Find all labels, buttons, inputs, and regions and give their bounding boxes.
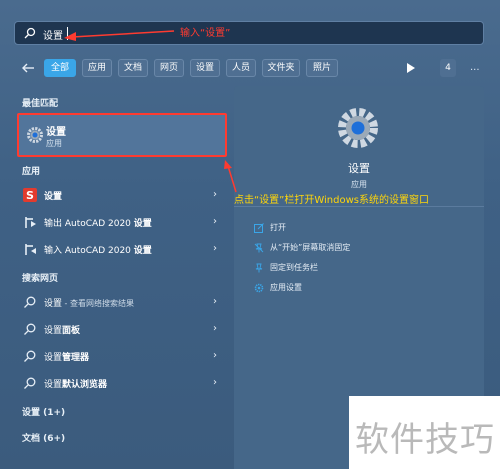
settings-gear-icon xyxy=(338,108,378,148)
documents-group-header[interactable]: 文档 (6+) xyxy=(22,431,65,444)
web-result-settings-manager[interactable]: 设置管理器 › xyxy=(17,345,227,367)
filter-chip-folders[interactable]: 文件夹 xyxy=(262,59,300,77)
pin-icon xyxy=(255,263,263,272)
web-result-settings[interactable]: 设置 - 查看网络搜索结果 › xyxy=(17,291,227,313)
start-search-panel: 设置 输入“设置” 全部 应用 文档 网页 设置 人员 文件夹 照片 4 ...… xyxy=(0,0,500,469)
detail-subtitle: 应用 xyxy=(351,180,367,189)
action-app-settings[interactable]: 应用设置 xyxy=(254,282,302,293)
apps-header: 应用 xyxy=(22,167,41,177)
settings-group-header[interactable]: 设置 (1+) xyxy=(22,405,65,418)
gear-icon xyxy=(254,283,264,292)
filter-chip-web[interactable]: 网页 xyxy=(154,59,184,77)
svg-text:S: S xyxy=(26,189,34,202)
action-pin-taskbar[interactable]: 固定到任务栏 xyxy=(254,262,318,273)
web-search-header: 搜索网页 xyxy=(22,274,59,284)
detail-title: 设置 xyxy=(348,162,370,175)
filter-chip-all[interactable]: 全部 xyxy=(44,59,76,77)
chevron-right-icon: › xyxy=(213,377,217,388)
annotation-settings-hint: 点击“设置”栏打开Windows系统的设置窗口 xyxy=(234,195,429,206)
filter-chip-photos[interactable]: 照片 xyxy=(306,59,338,77)
watermark-text: 软件技巧 xyxy=(355,420,495,460)
annotation-arrow-search xyxy=(64,30,175,41)
web-result-settings-panel[interactable]: 设置面板 › xyxy=(17,318,227,340)
search-icon xyxy=(24,296,36,308)
play-icon[interactable] xyxy=(406,62,416,74)
action-open[interactable]: 打开 xyxy=(254,222,286,233)
more-options-icon[interactable]: ... xyxy=(470,62,480,73)
web-result-label: 设置默认浏览器 xyxy=(44,380,108,390)
settings-gear-icon xyxy=(27,127,43,143)
app-item-settings[interactable]: S 设置 › xyxy=(17,184,227,206)
app-item-autocad-import-settings[interactable]: 输入 AutoCAD 2020 设置 › xyxy=(17,238,227,260)
search-icon xyxy=(24,377,36,389)
chevron-right-icon: › xyxy=(213,296,217,307)
detail-divider xyxy=(234,206,484,207)
filter-chip-documents[interactable]: 文档 xyxy=(118,59,148,77)
search-input[interactable]: 设置 xyxy=(43,27,63,42)
action-unpin-start[interactable]: 从“开始”屏幕取消固定 xyxy=(254,242,350,253)
autocad-icon xyxy=(25,217,36,228)
web-result-label: 设置管理器 xyxy=(44,353,90,363)
search-icon xyxy=(24,323,36,335)
s-app-icon: S xyxy=(23,188,37,202)
web-result-default-browser[interactable]: 设置默认浏览器 › xyxy=(17,372,227,394)
chevron-right-icon: › xyxy=(213,216,217,227)
filter-chip-settings[interactable]: 设置 xyxy=(190,59,220,77)
back-arrow-icon[interactable] xyxy=(20,60,36,76)
chevron-right-icon: › xyxy=(213,189,217,200)
web-result-label: 设置 - 查看网络搜索结果 xyxy=(44,299,134,309)
autocad-icon xyxy=(25,244,36,255)
result-count-badge[interactable]: 4 xyxy=(440,59,456,77)
best-match-header: 最佳匹配 xyxy=(22,99,59,109)
web-result-label: 设置面板 xyxy=(44,326,81,336)
search-icon xyxy=(24,350,36,362)
chevron-right-icon: › xyxy=(213,243,217,254)
app-item-autocad-export-settings[interactable]: 输出 AutoCAD 2020 设置 › xyxy=(17,211,227,233)
chevron-right-icon: › xyxy=(213,323,217,334)
search-icon xyxy=(24,27,36,39)
open-icon xyxy=(254,222,264,233)
annotation-search-hint: 输入“设置” xyxy=(180,28,231,39)
filter-chip-apps[interactable]: 应用 xyxy=(82,59,112,77)
app-item-label: 输出 AutoCAD 2020 设置 xyxy=(44,219,152,229)
filter-chip-people[interactable]: 人员 xyxy=(226,59,256,77)
watermark: 软件技巧 xyxy=(349,396,500,469)
best-match-settings-item[interactable]: 设置 应用 xyxy=(17,113,227,157)
best-match-subtitle: 应用 xyxy=(46,139,62,148)
unpin-icon xyxy=(254,243,264,252)
chevron-right-icon: › xyxy=(213,350,217,361)
best-match-title: 设置 xyxy=(46,127,66,138)
app-item-label: 设置 xyxy=(44,192,63,202)
app-item-label: 输入 AutoCAD 2020 设置 xyxy=(44,246,152,256)
